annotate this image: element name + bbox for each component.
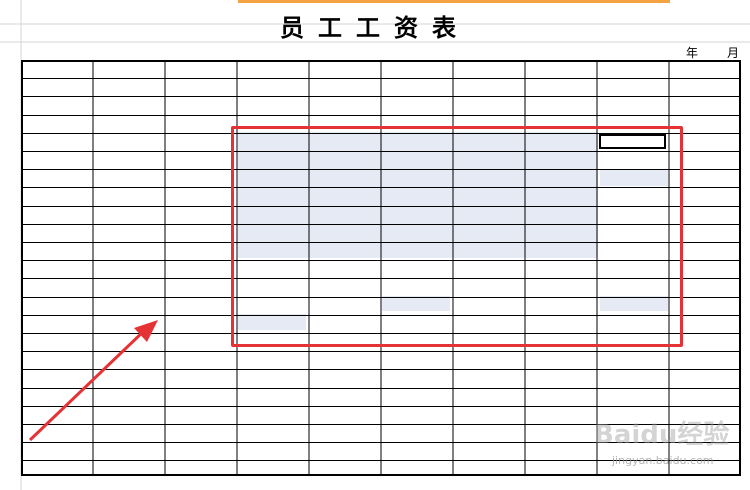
watermark-url: jingyan.baidu.com xyxy=(612,454,714,467)
baidu-watermark: Baidu经验 jingyan.baidu.com xyxy=(594,414,744,484)
watermark-brand: Baidu经验 xyxy=(594,420,730,450)
